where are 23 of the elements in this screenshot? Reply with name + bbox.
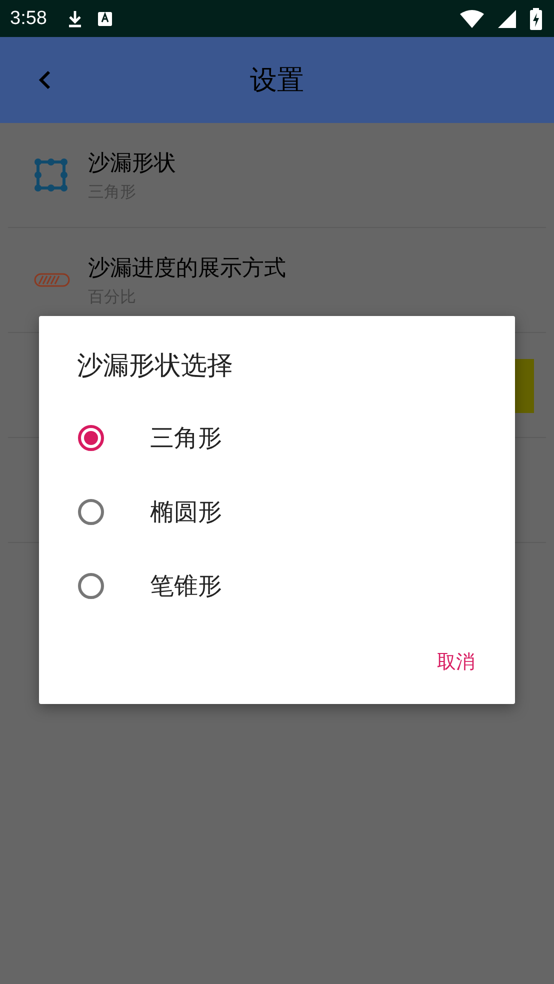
option-label: 椭圆形 bbox=[150, 497, 222, 528]
battery-icon bbox=[530, 8, 542, 30]
radio-button[interactable] bbox=[78, 573, 104, 599]
radio-option[interactable]: 椭圆形 bbox=[39, 475, 515, 549]
setting-title: 沙漏形状 bbox=[88, 150, 176, 178]
square-outline-icon bbox=[34, 158, 68, 192]
keyboard-icon bbox=[96, 10, 113, 26]
radio-button[interactable] bbox=[78, 425, 104, 451]
setting-title: 沙漏进度的展示方式 bbox=[88, 254, 286, 282]
radio-option[interactable]: 笔锥形 bbox=[39, 549, 515, 623]
wifi-icon bbox=[460, 10, 484, 28]
dialog-title: 沙漏形状选择 bbox=[77, 350, 234, 383]
back-icon[interactable] bbox=[38, 70, 52, 90]
option-label: 笔锥形 bbox=[150, 571, 222, 602]
progress-bar-icon bbox=[34, 273, 70, 287]
radio-option[interactable]: 三角形 bbox=[39, 401, 515, 475]
screen-title: 设置 bbox=[250, 64, 304, 98]
option-label: 三角形 bbox=[150, 423, 222, 454]
signal-icon bbox=[498, 10, 516, 28]
radio-button[interactable] bbox=[78, 499, 104, 525]
cancel-button[interactable]: 取消 bbox=[425, 641, 487, 683]
download-icon bbox=[66, 10, 83, 28]
status-time: 3:58 bbox=[10, 8, 47, 30]
